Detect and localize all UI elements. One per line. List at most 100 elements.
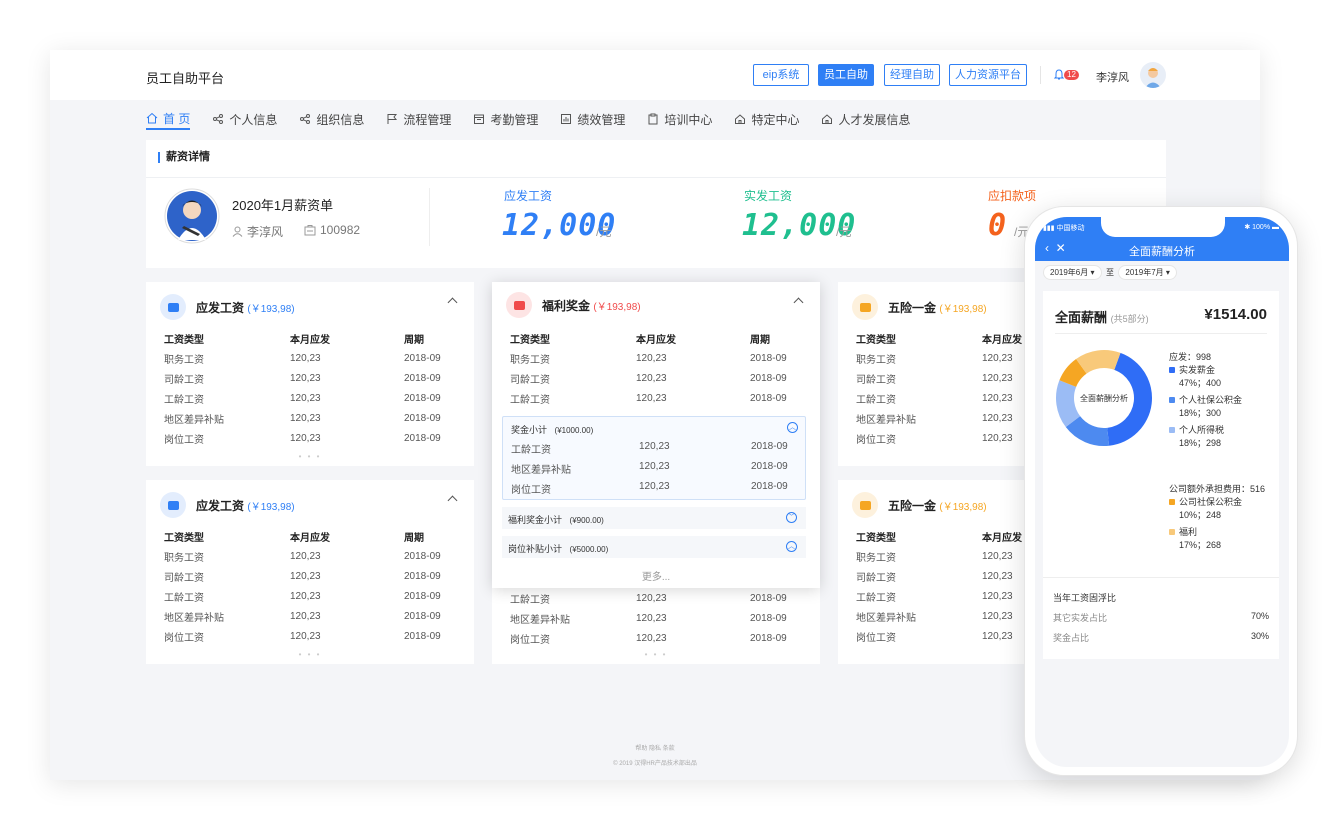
gross-pay-card-2: 应发工资 (￥193,98) 工资类型 本月应发 周期 职务工资 120,23 2018… [146, 480, 474, 664]
donut-center-label: 全面薪酬分析 [1080, 393, 1128, 403]
nav-performance-label: 绩效管理 [577, 112, 626, 127]
nav-training[interactable]: 培训中心 [647, 108, 712, 130]
nav-attendance[interactable]: 考勤管理 [473, 108, 538, 130]
wallet-icon [506, 292, 532, 318]
section-title: 薪资详情 [158, 152, 210, 163]
card-title: 应发工资 (￥193,98) [196, 498, 295, 513]
compensation-donut-chart: 全面薪酬分析 [1056, 350, 1152, 446]
nav-process[interactable]: 流程管理 [386, 108, 451, 130]
user-avatar[interactable] [1140, 62, 1166, 88]
float-row-value: 70% [1250, 611, 1269, 621]
nav-performance[interactable]: 绩效管理 [560, 108, 625, 130]
collapse-circle-icon[interactable]: ︿ [786, 541, 797, 552]
more-link[interactable]: 更多... [492, 568, 820, 583]
notification-badge: 12 [1064, 70, 1079, 80]
pagination-dots[interactable]: • • • [492, 650, 820, 659]
table-row: 工龄工资 120,23 2018-09 [510, 392, 787, 406]
eip-button[interactable]: eip系统 [753, 64, 809, 86]
pagination-dots[interactable]: • • • [146, 452, 474, 461]
card-title: 五险一金 (￥193,98) [888, 300, 987, 315]
home-outline-icon [735, 114, 746, 124]
deduction-label: 应扣款项 [988, 189, 1037, 203]
wallet-icon [852, 492, 878, 518]
benefit-bonus-card-expanded: 福利奖金 (￥193,98) 工资类型 本月应发 周期 职务工资 120,23 2018… [492, 282, 820, 588]
brand-title: 员工自助平台 [146, 71, 225, 86]
card-title: 应发工资 (￥193,98) [196, 300, 295, 315]
float-row-value: 30% [1250, 631, 1269, 641]
table-row: 司龄工资 120,23 2018-09 [510, 372, 787, 386]
nav-home[interactable]: 首 页 [146, 108, 191, 130]
expand-circle-icon[interactable]: ﹀ [786, 512, 797, 523]
table-row: 工龄工资 120,23 2018-09 [511, 441, 788, 456]
deduction-value: 0 [988, 208, 1008, 243]
bonus-subtotal-header[interactable]: 奖金小计 (¥1000.00) [511, 423, 593, 436]
table-row: 地区差异补贴 120,23 2018-09 [164, 610, 441, 624]
nav-attendance-label: 考勤管理 [490, 112, 539, 127]
post-allowance-subtotal-row[interactable]: 岗位补贴小计 (¥5000.00) ︿ [502, 536, 806, 558]
chevron-up-icon[interactable] [447, 495, 458, 506]
nav-process-label: 流程管理 [403, 112, 452, 127]
bonus-subtotal-group: 奖金小计 (¥1000.00) ︿ 工龄工资 120,23 2018-09 地区差异… [502, 416, 806, 500]
total-label: 全面薪酬 (共5部分) [1055, 310, 1149, 325]
from-date-select[interactable]: 2019年6月 ▾ [1043, 265, 1102, 280]
chevron-up-icon[interactable] [447, 297, 458, 308]
wallet-icon [160, 294, 186, 320]
date-to-word: 至 [1105, 268, 1114, 277]
nav-personal-info[interactable]: 个人信息 [212, 108, 277, 130]
salary-table: 工资类型 本月应发 周期 职务工资 120,23 2018-09 司龄工资 120,23 2… [164, 526, 464, 646]
nav-personal-info-label: 个人信息 [229, 112, 278, 127]
compensation-card: 全面薪酬 (共5部分) ¥1514.00 全面薪酬分析 应发：998 实发薪金 … [1043, 291, 1279, 659]
manager-self-service-button[interactable]: 经理自助 [884, 64, 940, 86]
home-icon [146, 112, 158, 124]
card-title: 五险一金 (￥193,98) [888, 498, 987, 513]
salary-table: 工资类型 本月应发 周期 职务工资 120,23 2018-09 司龄工资 120,23 2… [510, 328, 810, 408]
salary-table: 工资类型 本月应发 周期 职务工资 120,23 2018-09 司龄工资 120,23 2… [164, 328, 464, 448]
main-nav: 首 页 个人信息 组织信息 流程管理 考勤管理 绩效管理 培训中心 特定中心 人… [146, 108, 932, 132]
chevron-up-icon[interactable] [793, 297, 804, 308]
net-pay-unit: /元 [836, 225, 852, 239]
table-row: 岗位工资 120,23 2018-09 [510, 632, 787, 646]
chart-icon [561, 114, 572, 124]
calendar-icon [474, 114, 485, 124]
card-title: 福利奖金 (￥193,98) [542, 298, 641, 313]
phone-header: ▮▮▮ 中国移动 ✱ 100% ▬ ‹ ✕ 全面薪酬分析 [1035, 217, 1289, 261]
table-row: 司龄工资 120,23 2018-09 [164, 372, 441, 386]
wallet-icon [852, 294, 878, 320]
phone-screen: ▮▮▮ 中国移动 ✱ 100% ▬ ‹ ✕ 全面薪酬分析 2019年6月 ▾ 至… [1035, 217, 1289, 767]
employee-self-service-button[interactable]: 员工自助 [818, 64, 874, 86]
hr-platform-button[interactable]: 人力资源平台 [949, 64, 1027, 86]
collapse-circle-icon[interactable]: ︿ [787, 422, 798, 433]
float-row-label: 其它实发占比 [1053, 613, 1108, 623]
total-value: ¥1514.00 [1204, 306, 1267, 323]
float-row-label: 奖金占比 [1053, 633, 1090, 643]
welfare-subtotal-row[interactable]: 福利奖金小计 (¥900.00) ﹀ [502, 507, 806, 529]
table-row: 地区差异补贴 120,23 2018-09 [511, 461, 788, 476]
nav-talent[interactable]: 人才发展信息 [821, 108, 910, 130]
salary-summary-panel: 薪资详情 2020年1月薪资单 李淳风 100982 应发工资 12,000 /… [146, 140, 1166, 268]
wallet-icon [160, 492, 186, 518]
table-row: 工龄工资 120,23 2018-09 [164, 392, 441, 406]
flag-icon [387, 114, 398, 124]
nav-special[interactable]: 特定中心 [734, 108, 799, 130]
nav-org-info[interactable]: 组织信息 [299, 108, 364, 130]
employee-name-text: 李淳风 [247, 225, 284, 239]
date-filter: 2019年6月 ▾ 至 2019年7月 ▾ [1043, 265, 1177, 280]
battery: ✱ 100% ▬ [1244, 224, 1279, 231]
nav-training-label: 培训中心 [664, 112, 713, 127]
table-row: 岗位工资 120,23 2018-09 [164, 630, 441, 644]
user-name[interactable]: 李淳风 [1096, 69, 1129, 85]
nav-home-label: 首 页 [163, 111, 191, 126]
net-pay-label: 实发工资 [744, 189, 793, 203]
legend-group-gross: 应发：998 实发薪金 47%；400 个人社保公积金 18%；300 个人所得… [1169, 352, 1243, 448]
table-row: 岗位工资 120,23 2018-09 [511, 481, 788, 496]
phone-title: 全面薪酬分析 [1129, 246, 1195, 258]
home-outline-icon [822, 114, 833, 124]
table-row: 地区差异补贴 120,23 2018-09 [510, 612, 787, 626]
bell-icon[interactable] [1053, 68, 1065, 86]
table-row: 职务工资 120,23 2018-09 [164, 352, 441, 366]
employee-name: 李淳风 [232, 223, 283, 240]
table-row: 工龄工资 120,23 2018-09 [510, 592, 787, 606]
pagination-dots[interactable]: • • • [146, 650, 474, 659]
to-date-select[interactable]: 2019年7月 ▾ [1118, 265, 1177, 280]
employee-id: 100982 [304, 223, 360, 237]
